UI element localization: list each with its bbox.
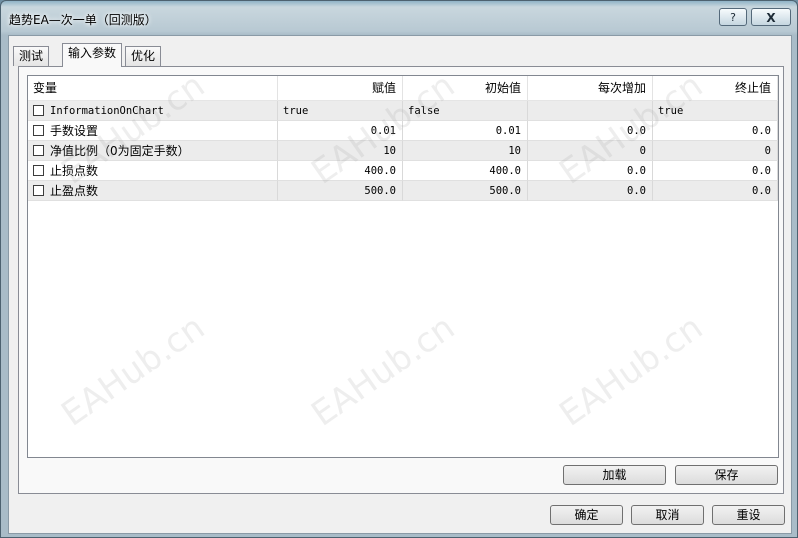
table-row[interactable]: 止盈点数 500.0 500.0 0.0 0.0: [28, 181, 778, 201]
parameter-name: 止盈点数: [50, 184, 99, 198]
step-cell[interactable]: 0.0: [528, 121, 653, 141]
stop-cell[interactable]: 0.0: [653, 121, 778, 141]
close-button[interactable]: X: [751, 8, 791, 26]
table-row[interactable]: 净值比例（0为固定手数） 10 10 0 0: [28, 141, 778, 161]
title-bar[interactable]: 趋势EA—次一单（回测版） ? X: [1, 1, 797, 35]
table-row[interactable]: InformationOnChart true false true: [28, 101, 778, 121]
step-cell[interactable]: 0.0: [528, 181, 653, 201]
column-header-stop[interactable]: 终止值: [653, 76, 778, 100]
optimize-checkbox[interactable]: [33, 105, 44, 116]
parameter-name: InformationOnChart: [50, 105, 164, 117]
optimize-checkbox[interactable]: [33, 145, 44, 156]
cancel-button[interactable]: 取消: [631, 505, 704, 525]
ok-button[interactable]: 确定: [550, 505, 623, 525]
parameters-table[interactable]: 变量 赋值 初始值 每次增加 终止值 InformationOnChart tr…: [27, 75, 779, 458]
parameter-name: 净值比例（0为固定手数）: [50, 144, 190, 158]
stop-cell[interactable]: 0.0: [653, 181, 778, 201]
value-cell[interactable]: 0.01: [278, 121, 403, 141]
tab-inputs[interactable]: 输入参数: [62, 43, 123, 67]
table-header: 变量 赋值 初始值 每次增加 终止值: [28, 76, 778, 101]
optimize-checkbox[interactable]: [33, 125, 44, 136]
parameter-name-cell[interactable]: 止损点数: [28, 161, 278, 181]
column-header-step[interactable]: 每次增加: [528, 76, 653, 100]
load-button[interactable]: 加载: [563, 465, 666, 485]
value-cell[interactable]: 10: [278, 141, 403, 161]
optimize-checkbox[interactable]: [33, 165, 44, 176]
reset-button[interactable]: 重设: [712, 505, 785, 525]
dialog-client: 测试 输入参数 优化 变量 赋值 初始值 每次增加 终止值 Informatio…: [8, 35, 792, 534]
start-cell[interactable]: 0.01: [403, 121, 528, 141]
column-header-value[interactable]: 赋值: [278, 76, 403, 100]
value-cell[interactable]: 400.0: [278, 161, 403, 181]
table-row[interactable]: 止损点数 400.0 400.0 0.0 0.0: [28, 161, 778, 181]
optimize-checkbox[interactable]: [33, 185, 44, 196]
stop-cell[interactable]: 0: [653, 141, 778, 161]
start-cell[interactable]: 10: [403, 141, 528, 161]
parameter-name: 止损点数: [50, 164, 99, 178]
stop-cell[interactable]: true: [653, 101, 778, 121]
tab-optimization[interactable]: 优化: [125, 46, 162, 66]
parameter-name-cell[interactable]: 手数设置: [28, 121, 278, 141]
window-title: 趋势EA—次一单（回测版）: [9, 13, 157, 27]
parameter-name: 手数设置: [50, 124, 99, 138]
table-row[interactable]: 手数设置 0.01 0.01 0.0 0.0: [28, 121, 778, 141]
start-cell[interactable]: 400.0: [403, 161, 528, 181]
stop-cell[interactable]: 0.0: [653, 161, 778, 181]
column-header-start[interactable]: 初始值: [403, 76, 528, 100]
parameter-name-cell[interactable]: 净值比例（0为固定手数）: [28, 141, 278, 161]
help-button[interactable]: ?: [719, 8, 747, 26]
start-cell[interactable]: false: [403, 101, 528, 121]
inputs-panel: 变量 赋值 初始值 每次增加 终止值 InformationOnChart tr…: [18, 66, 784, 494]
step-cell[interactable]: 0.0: [528, 161, 653, 181]
step-cell[interactable]: [528, 101, 653, 121]
tab-test[interactable]: 测试: [13, 46, 50, 66]
column-header-variable[interactable]: 变量: [28, 76, 278, 100]
parameter-name-cell[interactable]: 止盈点数: [28, 181, 278, 201]
value-cell[interactable]: true: [278, 101, 403, 121]
step-cell[interactable]: 0: [528, 141, 653, 161]
save-button[interactable]: 保存: [675, 465, 778, 485]
value-cell[interactable]: 500.0: [278, 181, 403, 201]
start-cell[interactable]: 500.0: [403, 181, 528, 201]
dialog-window: 趋势EA—次一单（回测版） ? X 测试 输入参数 优化 变量 赋值 初始值 每…: [0, 0, 798, 538]
parameter-name-cell[interactable]: InformationOnChart: [28, 101, 278, 121]
